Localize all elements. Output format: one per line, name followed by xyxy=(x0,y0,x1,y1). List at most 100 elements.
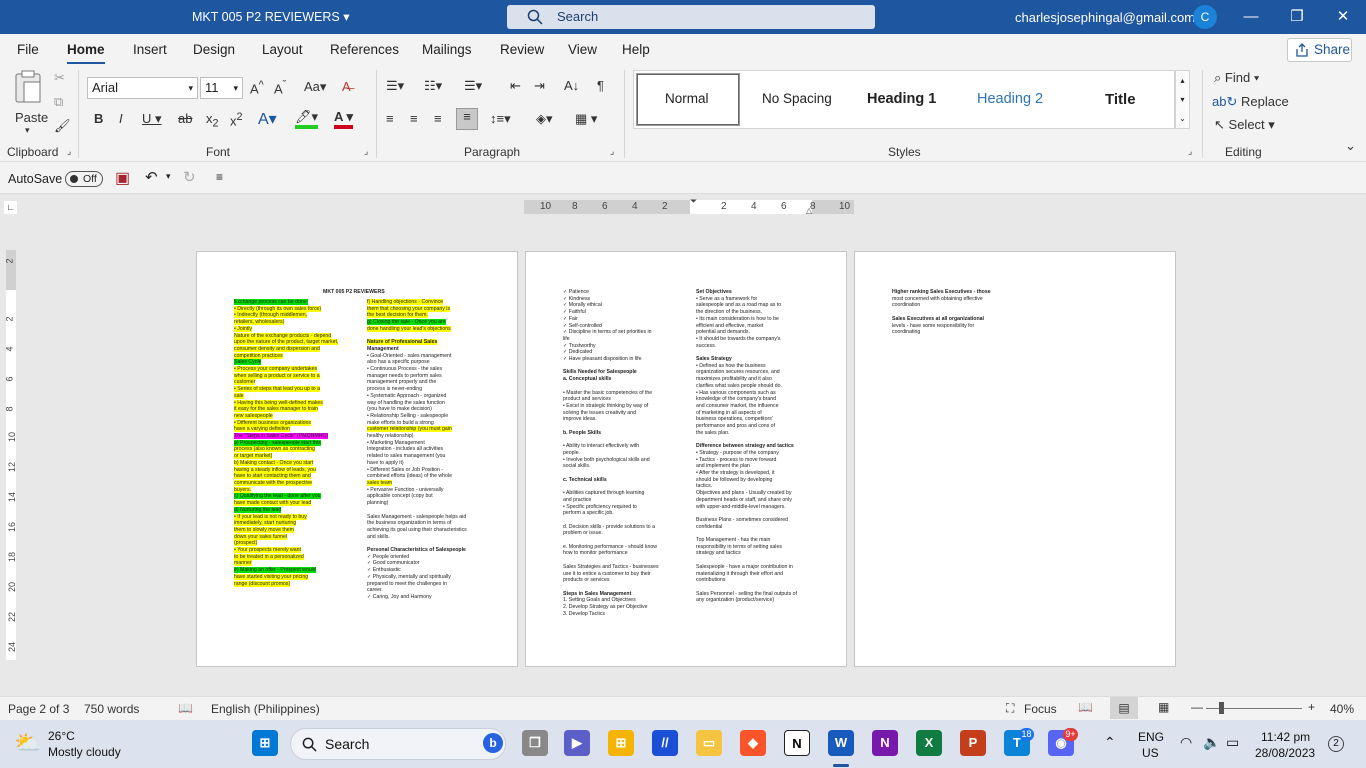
underline-icon[interactable]: U ▾ xyxy=(142,111,162,127)
format-painter-icon[interactable]: 🖌 xyxy=(54,118,71,134)
clock-time[interactable]: 11:42 pm xyxy=(1261,730,1310,744)
collapse-ribbon-icon[interactable]: ⌄ xyxy=(1345,138,1356,154)
teams-meet-icon[interactable]: ▶ xyxy=(564,730,590,756)
file-explorer-icon[interactable]: ▭ xyxy=(696,730,722,756)
align-right-icon[interactable]: ≡ xyxy=(434,111,442,126)
share-button[interactable]: Share xyxy=(1287,38,1352,62)
font-size-select[interactable]: 11 ▾ xyxy=(200,77,243,99)
start-icon[interactable]: ⊞ xyxy=(252,730,278,756)
tab-insert[interactable]: Insert xyxy=(133,42,167,57)
excel-icon[interactable]: X xyxy=(916,730,942,756)
cut-icon[interactable]: ✂ xyxy=(54,70,65,86)
decrease-indent-icon[interactable]: ⇤ xyxy=(510,78,521,94)
style-normal[interactable]: Normal xyxy=(665,91,709,106)
numbering-icon[interactable]: ☷▾ xyxy=(424,78,442,94)
zoom-slider-thumb[interactable] xyxy=(1219,702,1224,714)
undo-icon[interactable]: ↶ xyxy=(145,168,158,186)
focus-button[interactable]: Focus xyxy=(1024,702,1057,716)
web-layout-icon[interactable]: ▦ xyxy=(1158,700,1169,714)
powerpoint-icon[interactable]: P xyxy=(960,730,986,756)
focus-icon[interactable]: ⛶ xyxy=(1006,701,1014,716)
notification-count[interactable]: 2 xyxy=(1328,736,1344,752)
style-title[interactable]: Title xyxy=(1105,91,1136,108)
read-mode-icon[interactable]: 📖 xyxy=(1078,700,1093,714)
find-button[interactable]: ⌕ Find ▾ xyxy=(1214,70,1259,86)
document-canvas[interactable]: 2 2 4 6 8 10 12 14 16 18 20 22 24 MKT 00… xyxy=(0,222,1366,696)
autosave-toggle[interactable]: Off xyxy=(65,171,103,187)
line-spacing-icon[interactable]: ↕≡▾ xyxy=(490,111,511,127)
tab-selector[interactable]: ∟ xyxy=(4,201,17,214)
zoom-level[interactable]: 40% xyxy=(1330,702,1354,716)
document-page-3[interactable]: Higher ranking Sales Executives - those m… xyxy=(854,251,1176,667)
clear-formatting-icon[interactable]: A̶ xyxy=(342,79,351,94)
italic-icon[interactable]: I xyxy=(119,111,123,126)
zoom-in-icon[interactable]: + xyxy=(1308,700,1315,714)
vertical-ruler[interactable]: 2 2 4 6 8 10 12 14 16 18 20 22 24 xyxy=(5,250,17,660)
grow-font-icon[interactable]: A^ xyxy=(250,79,264,96)
paste-button[interactable]: Paste ▾ xyxy=(13,70,49,135)
save-icon[interactable]: ▣ xyxy=(115,168,130,188)
tab-design[interactable]: Design xyxy=(193,42,235,57)
word-count[interactable]: 750 words xyxy=(84,702,139,716)
select-button[interactable]: ↖ Select ▾ xyxy=(1214,117,1275,133)
tab-help[interactable]: Help xyxy=(622,42,650,57)
notion-icon[interactable]: N xyxy=(784,730,810,756)
align-center-icon[interactable]: ≡ xyxy=(410,111,418,126)
highlight-icon[interactable]: 🖊▾ xyxy=(295,109,319,129)
chevron-up-icon[interactable]: ⌃ xyxy=(1104,734,1116,751)
show-formatting-icon[interactable]: ¶ xyxy=(597,78,604,93)
align-left-icon[interactable]: ≡ xyxy=(386,111,394,126)
avatar[interactable]: C xyxy=(1193,5,1217,29)
right-indent-marker-icon[interactable]: △ xyxy=(806,206,812,215)
clock-date[interactable]: 28/08/2023 xyxy=(1255,746,1315,760)
increase-indent-icon[interactable]: ⇥ xyxy=(534,78,545,94)
tab-layout[interactable]: Layout xyxy=(262,42,303,57)
wifi-icon[interactable]: ◠ xyxy=(1180,734,1192,751)
dialog-launcher-icon[interactable]: ⌟ xyxy=(610,146,614,157)
tab-review[interactable]: Review xyxy=(500,42,544,57)
language[interactable]: English (Philippines) xyxy=(211,702,320,716)
text-effects-icon[interactable]: A▾ xyxy=(258,109,277,129)
superscript-icon[interactable]: x2 xyxy=(230,111,243,128)
multilevel-list-icon[interactable]: ☰▾ xyxy=(464,78,482,94)
input-lang-2[interactable]: US xyxy=(1142,746,1159,760)
weather-temp[interactable]: 26°C xyxy=(48,729,75,743)
font-family-select[interactable]: Arial ▾ xyxy=(87,77,198,99)
copy-icon[interactable]: ⧉ xyxy=(54,94,63,110)
page-count[interactable]: Page 2 of 3 xyxy=(8,702,69,716)
task-view-icon[interactable]: ❐ xyxy=(522,730,548,756)
brave-icon[interactable]: ◆ xyxy=(740,730,766,756)
document-title[interactable]: MKT 005 P2 REVIEWERS ▾ xyxy=(192,9,350,24)
document-page-1[interactable]: MKT 005 P2 REVIEWERS Exchange process ca… xyxy=(196,251,518,667)
search-box[interactable]: Search xyxy=(507,5,875,29)
chevron-down-icon[interactable]: ▾ xyxy=(166,171,171,182)
print-layout-icon[interactable]: ▤ xyxy=(1110,697,1138,719)
shading-icon[interactable]: ◈▾ xyxy=(536,111,553,127)
style-no-spacing[interactable]: No Spacing xyxy=(762,91,832,106)
word-icon[interactable]: W xyxy=(828,730,854,756)
font-color-icon[interactable]: A ▾ xyxy=(334,109,354,129)
dialog-launcher-icon[interactable]: ⌟ xyxy=(364,146,368,157)
dialog-launcher-icon[interactable]: ⌟ xyxy=(67,146,71,157)
styles-scroll[interactable]: ▴ ▾ ⌄ xyxy=(1175,70,1190,129)
onenote-icon[interactable]: N xyxy=(872,730,898,756)
proofing-icon[interactable]: 📖 xyxy=(178,701,193,715)
battery-icon[interactable]: ▭ xyxy=(1226,734,1239,751)
customize-qat-icon[interactable]: ≡ xyxy=(216,170,223,184)
horizontal-ruler[interactable]: 10 8 6 4 2 2 4 6 8 10 ⏷ △ xyxy=(524,196,854,215)
subscript-icon[interactable]: x2 xyxy=(206,111,219,130)
minimize-icon[interactable]: — xyxy=(1240,6,1262,28)
style-heading-1[interactable]: Heading 1 xyxy=(867,91,936,107)
document-page-2[interactable]: ✓ Patience ✓ Kindness ✓ Morally ethical ✓ F… xyxy=(525,251,847,667)
bullets-icon[interactable]: ☰▾ xyxy=(386,78,404,94)
justify-icon[interactable]: ≡ xyxy=(456,108,478,130)
shrink-font-icon[interactable]: Aˇ xyxy=(274,79,286,96)
taskbar-search[interactable]: Search b xyxy=(290,728,506,760)
sort-icon[interactable]: A↓ xyxy=(564,78,579,93)
tab-mailings[interactable]: Mailings xyxy=(422,42,472,57)
volume-icon[interactable]: 🔈 xyxy=(1203,734,1220,751)
replace-button[interactable]: ab↻ Replace xyxy=(1212,94,1289,110)
dialog-launcher-icon[interactable]: ⌟ xyxy=(1188,146,1192,157)
tab-view[interactable]: View xyxy=(568,42,597,57)
redo-icon[interactable]: ↻ xyxy=(183,168,196,186)
